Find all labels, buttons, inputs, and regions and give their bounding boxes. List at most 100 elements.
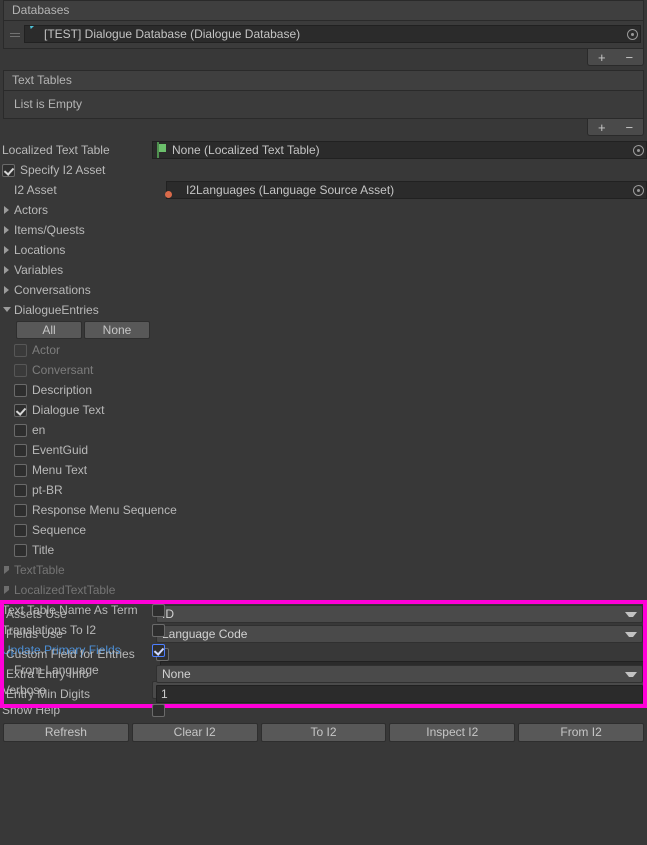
foldout-label: Locations: [14, 243, 66, 257]
foldout-conversations[interactable]: Conversations: [0, 280, 647, 300]
assets-use-value: ID: [162, 607, 174, 621]
field-checkbox-conversant: [14, 363, 27, 377]
field-checkbox-description[interactable]: [14, 383, 27, 397]
databases-list-item[interactable]: [TEST] Dialogue Database (Dialogue Datab…: [6, 24, 641, 44]
update-primary-fields-checkbox[interactable]: [152, 643, 165, 657]
field-row-response-menu-sequence[interactable]: Response Menu Sequence: [0, 500, 647, 520]
fields-use-value: Language Code: [162, 627, 248, 641]
field-row-title[interactable]: Title: [0, 540, 647, 560]
databases-list-header: Databases: [3, 0, 644, 20]
foldout-label: Actors: [14, 203, 49, 217]
foldout-actors[interactable]: Actors: [0, 200, 647, 220]
field-checkbox-title[interactable]: [14, 543, 27, 557]
extra-entry-info-value: None: [162, 667, 191, 681]
specify-i2-asset-checkbox[interactable]: [2, 163, 15, 177]
extra-entry-info-dropdown[interactable]: None: [156, 665, 643, 683]
field-row-eventguid[interactable]: EventGuid: [0, 440, 647, 460]
refresh-button[interactable]: Refresh: [3, 722, 129, 742]
foldout-label: Items/Quests: [14, 223, 85, 237]
chevron-right-icon: [2, 560, 12, 580]
fields-use-row: Fields Use Language Code: [4, 624, 643, 644]
custom-field-for-entries-row: Custom Field for Entries: [4, 644, 643, 664]
field-checkbox-en[interactable]: [14, 423, 27, 437]
text-table-name-as-term-checkbox[interactable]: [152, 603, 165, 617]
scriptable-object-icon: [156, 142, 170, 158]
field-checkbox-menu-text[interactable]: [14, 463, 27, 477]
inspect-i2-button[interactable]: Inspect I2: [389, 722, 516, 742]
field-checkbox-pt-br[interactable]: [14, 483, 27, 497]
field-label: Title: [32, 543, 55, 557]
field-label: Conversant: [32, 363, 94, 377]
foldout-items-quests[interactable]: Items/Quests: [0, 220, 647, 240]
foldout-label: TextTable: [14, 563, 65, 577]
field-label: Dialogue Text: [32, 403, 105, 417]
foldout-label: DialogueEntries: [14, 303, 99, 317]
field-checkbox-eventguid[interactable]: [14, 443, 27, 457]
chevron-right-icon: [2, 240, 12, 260]
field-row-pt-br[interactable]: pt-BR: [0, 480, 647, 500]
foldout-localizedtexttable: LocalizedTextTable: [0, 580, 647, 600]
select-none-button[interactable]: None: [84, 321, 150, 339]
field-row-conversant: Conversant: [0, 360, 647, 380]
translations-to-i2-checkbox[interactable]: [152, 623, 165, 637]
field-checkbox-response-menu-sequence[interactable]: [14, 503, 27, 517]
text-tables-list-body: List is Empty: [3, 90, 644, 119]
select-all-button[interactable]: All: [16, 321, 82, 339]
databases-list: Databases [TEST] Dialogue Database (Dial…: [3, 0, 644, 49]
chevron-right-icon: [2, 580, 12, 600]
assets-use-row: Assets Use ID: [4, 604, 643, 624]
dialogue-database-icon: [28, 27, 42, 41]
databases-add-button[interactable]: +: [588, 49, 616, 65]
i2-asset-object-field[interactable]: I2Languages (Language Source Asset): [166, 181, 647, 199]
chevron-down-icon: [2, 300, 12, 320]
extra-entry-info-row: Extra Entry Info None: [4, 664, 643, 684]
language-source-icon: [170, 183, 184, 197]
object-picker-icon[interactable]: [625, 26, 640, 42]
to-i2-button[interactable]: To I2: [260, 722, 387, 742]
fields-use-dropdown[interactable]: Language Code: [156, 625, 643, 643]
localized-text-table-object-field[interactable]: None (Localized Text Table): [152, 141, 647, 159]
text-tables-remove-button[interactable]: −: [616, 119, 644, 135]
foldout-dialogue-entries[interactable]: DialogueEntries: [0, 300, 647, 320]
entry-min-digits-input[interactable]: 1: [156, 685, 643, 703]
databases-remove-button[interactable]: −: [616, 49, 644, 65]
field-label: Menu Text: [32, 463, 88, 477]
field-label: Sequence: [32, 523, 87, 537]
foldout-label: Variables: [14, 263, 64, 277]
i2-asset-value: I2Languages (Language Source Asset): [186, 183, 395, 197]
field-label: Actor: [32, 343, 61, 357]
field-row-actor: Actor: [0, 340, 647, 360]
foldout-texttable: TextTable: [0, 560, 647, 580]
assets-use-dropdown[interactable]: ID: [156, 605, 643, 623]
field-checkbox-dialogue-text[interactable]: [14, 403, 27, 417]
show-help-checkbox[interactable]: [152, 703, 165, 717]
field-row-dialogue-text[interactable]: Dialogue Text: [0, 400, 647, 420]
foldout-variables[interactable]: Variables: [0, 260, 647, 280]
chevron-down-icon: [625, 671, 637, 677]
text-tables-list-footer: + −: [3, 119, 644, 136]
field-checkbox-actor: [14, 343, 27, 357]
database-object-field[interactable]: [TEST] Dialogue Database (Dialogue Datab…: [24, 25, 641, 43]
field-label: EventGuid: [32, 443, 89, 457]
field-row-sequence[interactable]: Sequence: [0, 520, 647, 540]
object-picker-icon[interactable]: [631, 182, 646, 198]
databases-list-footer: + −: [3, 49, 644, 66]
fields-use-label: Fields Use: [6, 627, 63, 641]
field-row-en[interactable]: en: [0, 420, 647, 440]
field-row-menu-text[interactable]: Menu Text: [0, 460, 647, 480]
foldout-locations[interactable]: Locations: [0, 240, 647, 260]
specify-i2-asset-row[interactable]: Specify I2 Asset: [0, 160, 647, 180]
from-i2-button[interactable]: From I2: [518, 722, 644, 742]
text-tables-add-remove-group: + −: [587, 119, 644, 136]
drag-handle-icon[interactable]: [6, 24, 24, 44]
chevron-down-icon: [625, 631, 637, 637]
clear-i2-button[interactable]: Clear I2: [131, 722, 258, 742]
dialogue-entries-field-list: Actor Conversant Description Dialogue Te…: [0, 340, 647, 560]
field-checkbox-sequence[interactable]: [14, 523, 27, 537]
highlighted-settings-group: Assets Use ID Fields Use Language Code C…: [0, 600, 647, 708]
i2-asset-row: I2 Asset I2Languages (Language Source As…: [0, 180, 647, 200]
field-row-description[interactable]: Description: [0, 380, 647, 400]
text-tables-add-button[interactable]: +: [588, 119, 616, 135]
object-picker-icon[interactable]: [631, 142, 646, 158]
chevron-down-icon: [625, 611, 637, 617]
